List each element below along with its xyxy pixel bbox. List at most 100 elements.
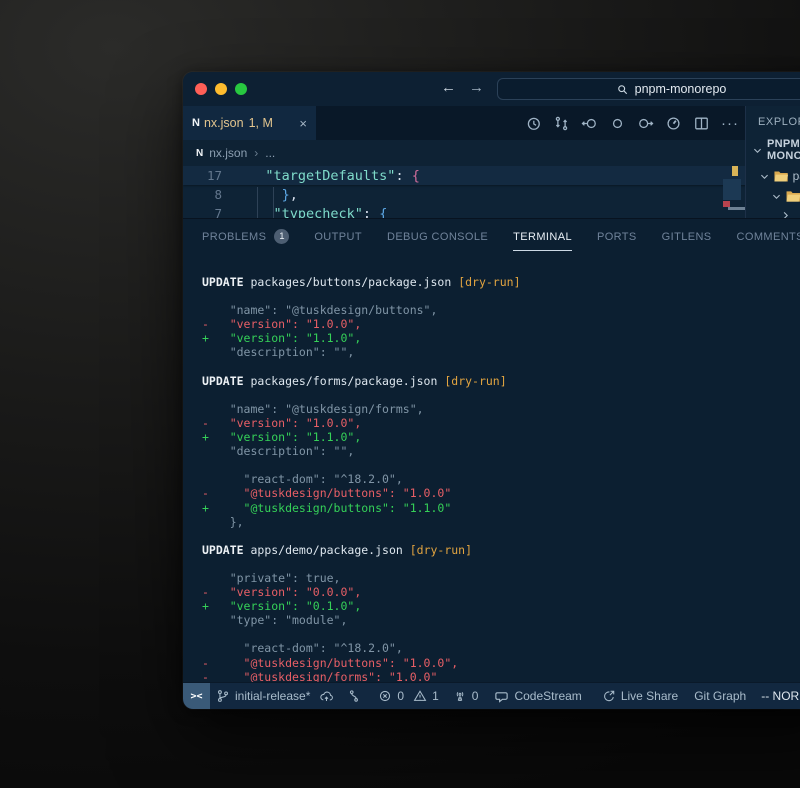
gauge-icon[interactable] (665, 115, 682, 132)
folder-icon (774, 170, 789, 183)
problems-summary[interactable]: 0 1 (378, 689, 438, 703)
terminal-output[interactable]: UPDATE packages/buttons/package.json [dr… (183, 253, 800, 682)
more-actions-icon[interactable]: ··· (721, 115, 739, 132)
live-share-label: Live Share (621, 689, 678, 703)
terminal-line: "react-dom": "^18.2.0", (202, 641, 800, 655)
terminal-line: "type": "module", (202, 613, 800, 627)
terminal-line: UPDATE packages/buttons/package.json [dr… (202, 275, 800, 289)
terminal-line: + "version": "1.1.0", (202, 331, 800, 345)
command-center-text: pnpm-monorepo (635, 82, 727, 96)
source-control-graph-item[interactable] (347, 689, 361, 703)
explorer-folder-nested[interactable] (746, 183, 800, 203)
commit-graph-icon (347, 689, 361, 703)
terminal-line: + "version": "1.1.0", (202, 430, 800, 444)
search-icon (616, 83, 629, 96)
broadcast-item[interactable]: 0 (453, 689, 479, 703)
code-line: 17 "targetDefaults": { (183, 166, 800, 185)
breadcrumb-symbol[interactable]: ... (265, 146, 275, 160)
tab-decorations: 1, M (249, 116, 273, 130)
warning-icon (413, 689, 427, 703)
terminal-line: - "version": "0.0.0", (202, 585, 800, 599)
git-branch-icon (216, 689, 230, 703)
warning-count: 1 (432, 689, 439, 703)
gutter-modified-indicator (257, 187, 258, 218)
remote-indicator[interactable]: >< (183, 683, 210, 709)
tab-nx-json[interactable]: N nx.json 1, M × (183, 106, 316, 140)
panel-tab-terminal[interactable]: TERMINAL (513, 222, 572, 251)
breadcrumb-file[interactable]: nx.json (209, 146, 247, 160)
code-line: 8 }, (183, 185, 800, 204)
explorer-item-collapsed[interactable] (746, 203, 800, 218)
panel-tab-debug-console[interactable]: DEBUG CONSOLE (387, 222, 488, 251)
git-graph-item[interactable]: Git Graph (694, 689, 746, 703)
breadcrumb[interactable]: N nx.json › ... (183, 140, 800, 166)
command-center[interactable]: pnpm-monorepo (497, 78, 800, 100)
tab-label: nx.json (204, 116, 244, 130)
vscode-window: ← → pnpm-monorepo N nx.json 1, M × ··· N… (183, 72, 800, 709)
terminal-line (202, 289, 800, 303)
split-editor-icon[interactable] (693, 115, 710, 132)
terminal-line: "name": "@tuskdesign/forms", (202, 402, 800, 416)
terminal-line (202, 388, 800, 402)
panel-tab-problems[interactable]: PROBLEMS1 (202, 220, 289, 252)
title-bar: ← → pnpm-monorepo (183, 72, 800, 106)
terminal-line: - "version": "1.0.0", (202, 416, 800, 430)
terminal-line: }, (202, 515, 800, 529)
panel-tab-gitlens[interactable]: GITLENS (662, 222, 712, 251)
codestream-item[interactable]: CodeStream (494, 689, 581, 704)
terminal-line (202, 627, 800, 641)
terminal-line: + "@tuskdesign/buttons": "1.1.0" (202, 501, 800, 515)
circle-icon[interactable] (609, 115, 626, 132)
problems-count-badge: 1 (274, 229, 289, 244)
maximize-window-button[interactable] (235, 83, 247, 95)
explorer-folder-packages[interactable]: packages (746, 162, 800, 183)
panel-tabs: PROBLEMS1 OUTPUT DEBUG CONSOLE TERMINAL PORT… (183, 219, 800, 253)
terminal-line: - "@tuskdesign/forms": "1.0.0" (202, 670, 800, 682)
cloud-upload-icon[interactable] (319, 689, 334, 704)
panel-tab-output[interactable]: OUTPUT (314, 222, 362, 251)
terminal-line: - "@tuskdesign/buttons": "1.0.0" (202, 486, 800, 500)
close-window-button[interactable] (195, 83, 207, 95)
branch-name: initial-release* (235, 689, 310, 703)
nx-file-icon: N (196, 148, 202, 159)
panel-tab-comments[interactable]: COMMENTS (737, 222, 800, 251)
terminal-line: UPDATE apps/demo/package.json [dry-run] (202, 543, 800, 557)
vim-mode-indicator: -- NORMAL -- (761, 689, 800, 703)
terminal-line: UPDATE packages/forms/package.json [dry-… (202, 374, 800, 388)
terminal-line (202, 458, 800, 472)
history-icon[interactable] (525, 115, 542, 132)
indent-guide (273, 187, 274, 218)
folder-label: packages (793, 169, 800, 183)
broadcast-count: 0 (472, 689, 479, 703)
tab-close-icon[interactable]: × (299, 116, 307, 131)
explorer-root-folder[interactable]: PNPM-MONOREPO (746, 128, 800, 162)
history-forward-button[interactable]: → (469, 78, 484, 98)
explorer-title: EXPLORER (746, 106, 800, 128)
terminal-line: "react-dom": "^18.2.0", (202, 472, 800, 486)
navigate-forward-icon[interactable] (637, 115, 654, 132)
terminal-line: "name": "@tuskdesign/buttons", (202, 303, 800, 317)
terminal-line (202, 360, 800, 374)
compare-changes-icon[interactable] (553, 115, 570, 132)
editor-lines: 17 "targetDefaults": {8 },7 "typecheck":… (183, 166, 800, 218)
terminal-line: "description": "", (202, 345, 800, 359)
editor-tab-strip: N nx.json 1, M × ··· (183, 106, 800, 140)
line-number: 7 (183, 204, 222, 218)
live-share-icon (602, 689, 616, 703)
git-branch-item[interactable]: initial-release* (216, 689, 334, 704)
codestream-icon (494, 689, 509, 704)
history-back-button[interactable]: ← (441, 78, 456, 98)
code-line: 7 "typecheck": { (183, 204, 800, 218)
chevron-down-icon (752, 145, 763, 156)
editor-actions-toolbar: ··· (525, 106, 739, 140)
panel-tab-ports[interactable]: PORTS (597, 222, 637, 251)
chevron-down-icon (771, 191, 782, 202)
navigate-back-icon[interactable] (581, 115, 598, 132)
status-bar: >< initial-release* 0 1 0 CodeStream Liv… (183, 682, 800, 709)
terminal-line: "private": true, (202, 571, 800, 585)
code-editor[interactable]: 17 "targetDefaults": {8 },7 "typecheck":… (183, 166, 800, 218)
minimap-viewport[interactable] (723, 179, 741, 200)
live-share-item[interactable]: Live Share (602, 689, 678, 703)
minimize-window-button[interactable] (215, 83, 227, 95)
terminal-line: "description": "", (202, 444, 800, 458)
